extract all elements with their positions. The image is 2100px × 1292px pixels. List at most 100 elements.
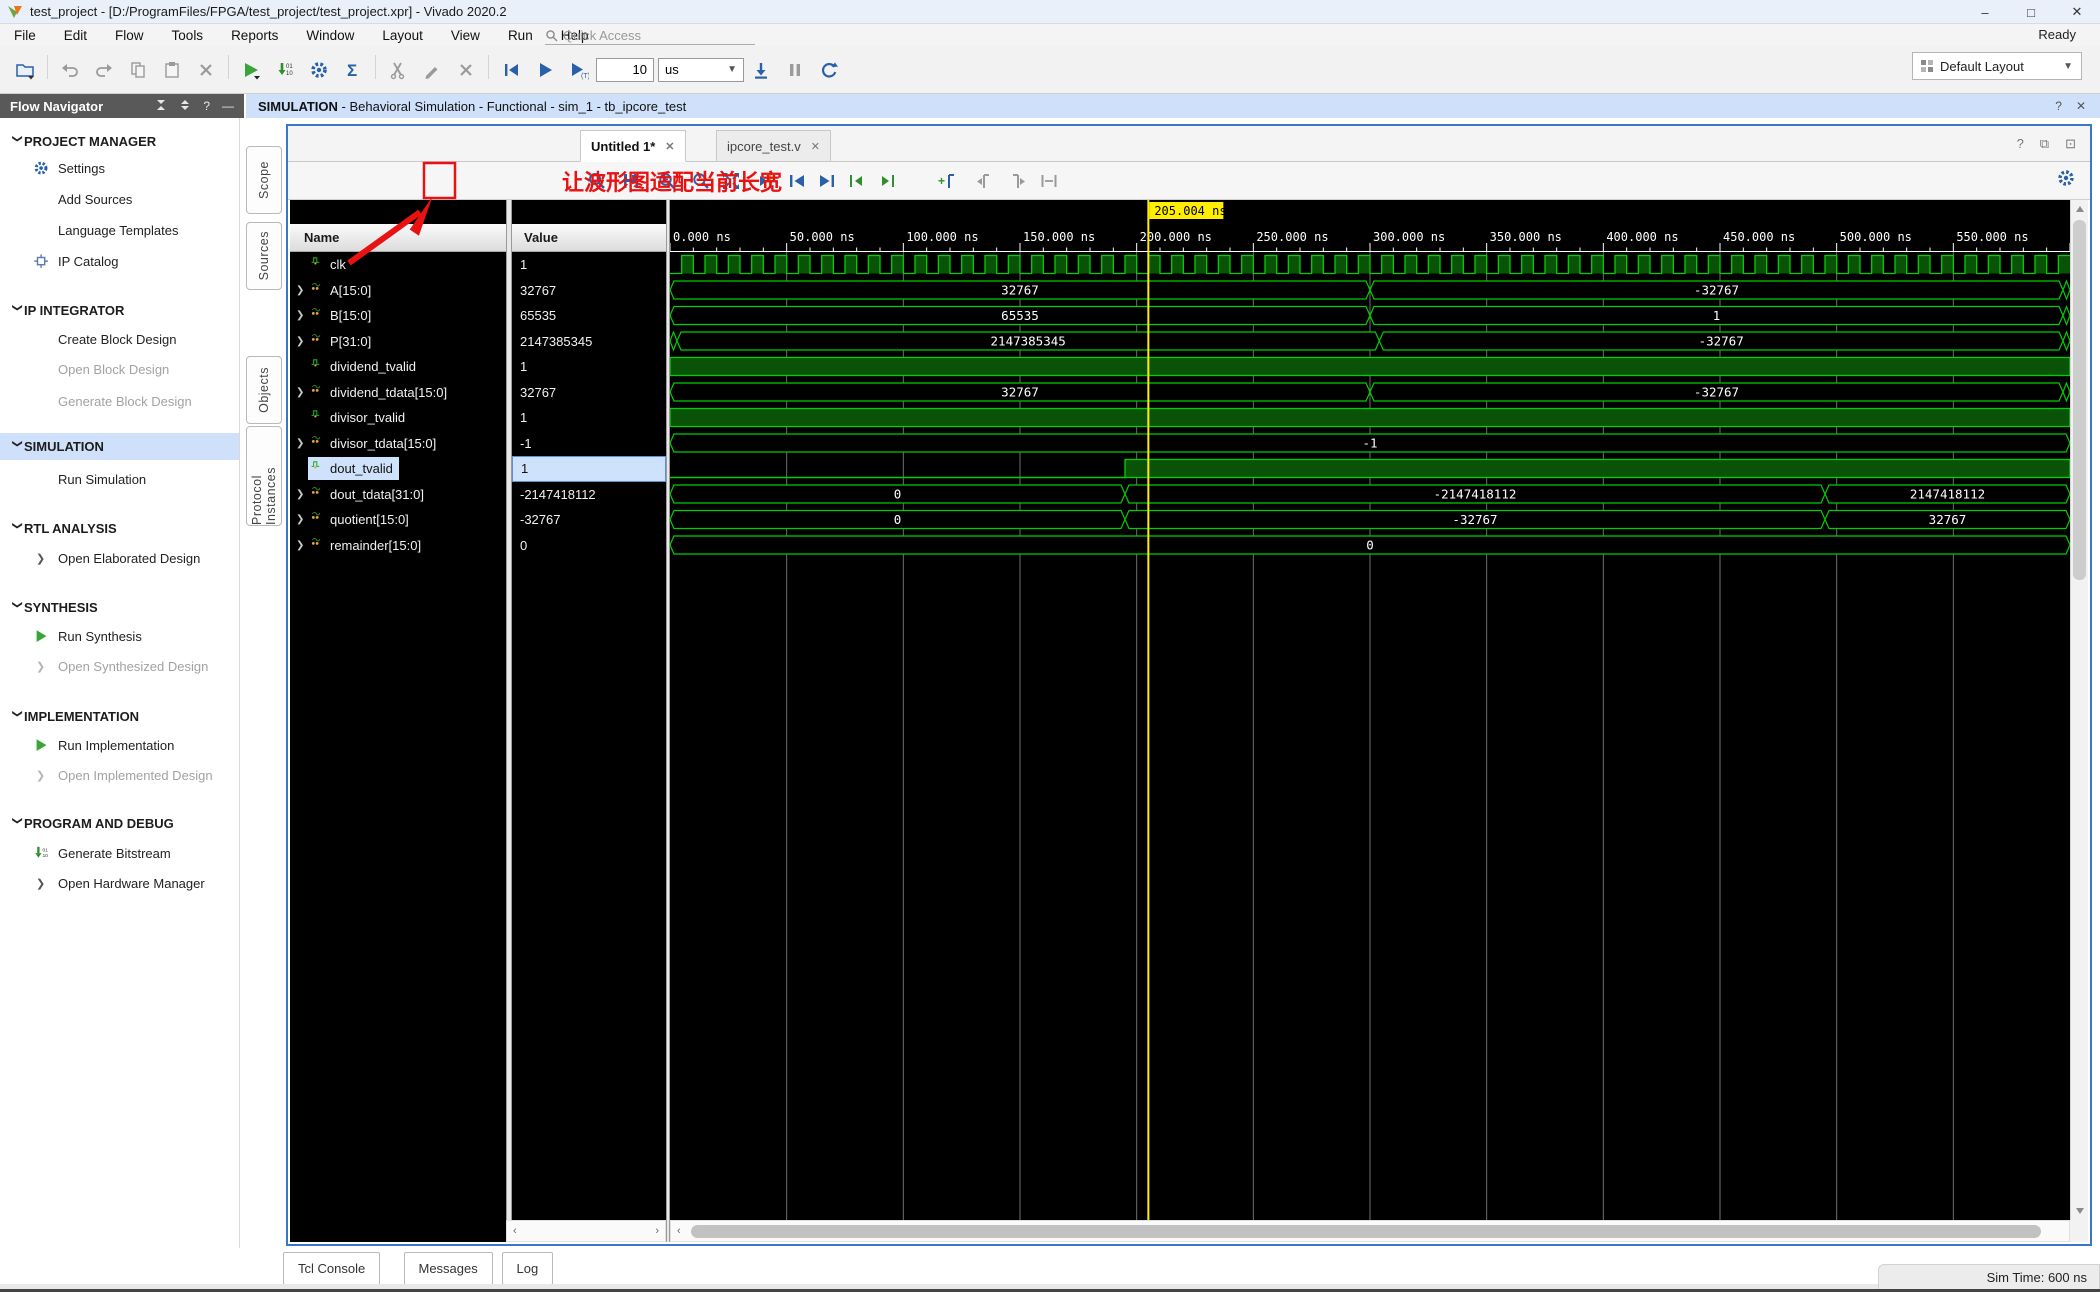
- name-value-horizontal-scrollbar[interactable]: ‹ ›: [506, 1220, 666, 1242]
- relaunch-icon[interactable]: [814, 55, 844, 85]
- bottom-tab-log[interactable]: Log: [501, 1252, 554, 1285]
- time-unit-dropdown[interactable]: us ▼: [658, 57, 744, 82]
- side-tab-objects[interactable]: Objects: [246, 356, 282, 424]
- layout-selector[interactable]: Default Layout ▼: [1912, 52, 2082, 80]
- signal-name-quotient-15-0-[interactable]: ❯ quotient[15:0]: [290, 507, 506, 533]
- flow-item-run-implementation[interactable]: Run Implementation: [0, 732, 239, 759]
- flow-item-open-hardware-manager[interactable]: ❯ Open Hardware Manager: [0, 870, 239, 897]
- settings-gear-icon[interactable]: [304, 55, 334, 85]
- flow-section-program-and-debug[interactable]: ❯ PROGRAM AND DEBUG: [0, 810, 239, 837]
- minimize-panel-icon[interactable]: —: [222, 99, 234, 113]
- menu-view[interactable]: View: [437, 24, 494, 46]
- flow-item-run-simulation[interactable]: Run Simulation: [0, 466, 239, 493]
- flow-item-generate-block-design[interactable]: Generate Block Design: [0, 388, 239, 415]
- flow-item-settings[interactable]: Settings: [0, 155, 239, 182]
- document-tab-ipcore-test-v[interactable]: ipcore_test.v ✕: [716, 130, 831, 162]
- maximize-window-icon[interactable]: ⊡: [2065, 136, 2076, 152]
- scroll-down-icon[interactable]: [2071, 1201, 2089, 1219]
- signal-value-b-15-0-[interactable]: 65535: [512, 303, 666, 329]
- zoom-out-icon[interactable]: [688, 168, 714, 194]
- generate-bitstream-step-icon[interactable]: 01 10: [270, 55, 300, 85]
- value-wave-divider[interactable]: [666, 200, 670, 1242]
- section-collapse-icon[interactable]: ❯: [12, 522, 23, 536]
- signal-value-quotient-15-0-[interactable]: -32767: [512, 507, 666, 533]
- scrollbar-thumb[interactable]: [691, 1225, 2041, 1238]
- signal-name-dout-tvalid[interactable]: dout_tvalid: [290, 456, 506, 482]
- menu-window[interactable]: Window: [292, 24, 368, 46]
- flow-item-open-elaborated-design[interactable]: ❯ Open Elaborated Design: [0, 545, 239, 572]
- expand-chevron-icon[interactable]: ❯: [296, 438, 308, 449]
- flow-section-synthesis[interactable]: ❯ SYNTHESIS: [0, 594, 239, 621]
- signal-value-remainder-15-0-[interactable]: 0: [512, 533, 666, 559]
- signal-name-divisor-tdata-15-0-[interactable]: ❯ divisor_tdata[15:0]: [290, 431, 506, 457]
- scroll-right-icon[interactable]: ›: [655, 1225, 659, 1237]
- document-tab-untitled-1-[interactable]: Untitled 1* ✕: [580, 130, 686, 162]
- side-tab-scope[interactable]: Scope: [246, 146, 282, 214]
- value-column-header[interactable]: Value: [512, 224, 666, 252]
- expand-chevron-icon[interactable]: ❯: [296, 336, 308, 347]
- signal-name-dividend-tvalid[interactable]: dividend_tvalid: [290, 354, 506, 380]
- save-waveform-configuration-icon[interactable]: [618, 168, 644, 194]
- step-time-icon[interactable]: [746, 55, 776, 85]
- flow-item-ip-catalog[interactable]: IP Catalog: [0, 248, 239, 275]
- find-icon[interactable]: [584, 168, 610, 194]
- zoom-in-icon[interactable]: [654, 168, 680, 194]
- scroll-left-icon[interactable]: ‹: [677, 1225, 681, 1237]
- signal-value-p-31-0-[interactable]: 2147385345: [512, 329, 666, 355]
- waveform-canvas[interactable]: 0.000 ns 50.000 ns 100.000 ns 150.000 ns 200…: [670, 200, 2070, 1220]
- expand-chevron-icon[interactable]: ❯: [296, 540, 308, 551]
- flow-item-language-templates[interactable]: Language Templates: [0, 217, 239, 244]
- name-column-header[interactable]: Name: [290, 224, 506, 252]
- menu-reports[interactable]: Reports: [217, 24, 292, 46]
- collapse-all-icon[interactable]: [155, 99, 167, 111]
- tab-close-icon[interactable]: ✕: [665, 140, 674, 153]
- close-button[interactable]: ✕: [2054, 0, 2100, 24]
- menu-flow[interactable]: Flow: [101, 24, 158, 46]
- menu-file[interactable]: File: [0, 24, 50, 46]
- signal-name-dividend-tdata-15-0-[interactable]: ❯ dividend_tdata[15:0]: [290, 380, 506, 406]
- minimize-button[interactable]: –: [1962, 0, 2008, 24]
- restart-sim-icon[interactable]: [496, 55, 526, 85]
- zoom-fit-icon[interactable]: [718, 168, 744, 194]
- bottom-tab-tcl-console[interactable]: Tcl Console: [283, 1252, 381, 1285]
- flow-section-ip-integrator[interactable]: ❯ IP INTEGRATOR: [0, 297, 239, 324]
- signal-name-p-31-0-[interactable]: ❯ P[31:0]: [290, 329, 506, 355]
- flow-section-rtl-analysis[interactable]: ❯ RTL ANALYSIS: [0, 515, 239, 542]
- maximize-button[interactable]: □: [2008, 0, 2054, 24]
- flow-item-open-synthesized-design[interactable]: ❯ Open Synthesized Design: [0, 653, 239, 680]
- flow-section-project-manager[interactable]: ❯ PROJECT MANAGER: [0, 128, 239, 155]
- help-icon[interactable]: ?: [203, 99, 210, 113]
- signal-value-dout-tvalid[interactable]: 1: [512, 456, 666, 482]
- menu-run[interactable]: Run: [494, 24, 547, 46]
- expand-chevron-icon[interactable]: ❯: [36, 877, 45, 890]
- signal-value-dout-tdata-31-0-[interactable]: -2147418112: [512, 482, 666, 508]
- signal-value-dividend-tdata-15-0-[interactable]: 32767: [512, 380, 666, 406]
- signal-name-clk[interactable]: clk: [290, 252, 506, 278]
- signal-value-a-15-0-[interactable]: 32767: [512, 278, 666, 304]
- flow-item-generate-bitstream[interactable]: 01 10 Generate Bitstream: [0, 840, 239, 867]
- flow-section-implementation[interactable]: ❯ IMPLEMENTATION: [0, 703, 239, 730]
- signal-name-divisor-tvalid[interactable]: divisor_tvalid: [290, 405, 506, 431]
- quick-access-search[interactable]: Quick Access: [545, 26, 755, 45]
- flow-section-simulation[interactable]: ❯ SIMULATION: [0, 433, 239, 460]
- flow-item-run-synthesis[interactable]: Run Synthesis: [0, 623, 239, 650]
- section-collapse-icon[interactable]: ❯: [12, 710, 23, 724]
- expand-chevron-icon[interactable]: ❯: [296, 387, 308, 398]
- wave-horizontal-scrollbar[interactable]: ‹: [670, 1220, 2070, 1242]
- flow-item-create-block-design[interactable]: Create Block Design: [0, 326, 239, 353]
- section-collapse-icon[interactable]: ❯: [12, 817, 23, 831]
- tab-close-icon[interactable]: ✕: [811, 140, 820, 153]
- expand-chevron-icon[interactable]: ❯: [36, 552, 45, 565]
- banner-close-icon[interactable]: ✕: [2076, 99, 2086, 113]
- section-collapse-icon[interactable]: ❯: [12, 440, 23, 454]
- signal-value-dividend-tvalid[interactable]: 1: [512, 354, 666, 380]
- menu-tools[interactable]: Tools: [158, 24, 218, 46]
- section-collapse-icon[interactable]: ❯: [12, 304, 23, 318]
- signal-value-divisor-tvalid[interactable]: 1: [512, 405, 666, 431]
- section-collapse-icon[interactable]: ❯: [12, 135, 23, 149]
- signal-value-divisor-tdata-15-0-[interactable]: -1: [512, 431, 666, 457]
- report-sum-icon[interactable]: Σ: [338, 55, 368, 85]
- run-for-time-icon[interactable]: (T): [564, 55, 594, 85]
- expand-chevron-icon[interactable]: ❯: [296, 514, 308, 525]
- expand-chevron-icon[interactable]: ❯: [36, 769, 45, 782]
